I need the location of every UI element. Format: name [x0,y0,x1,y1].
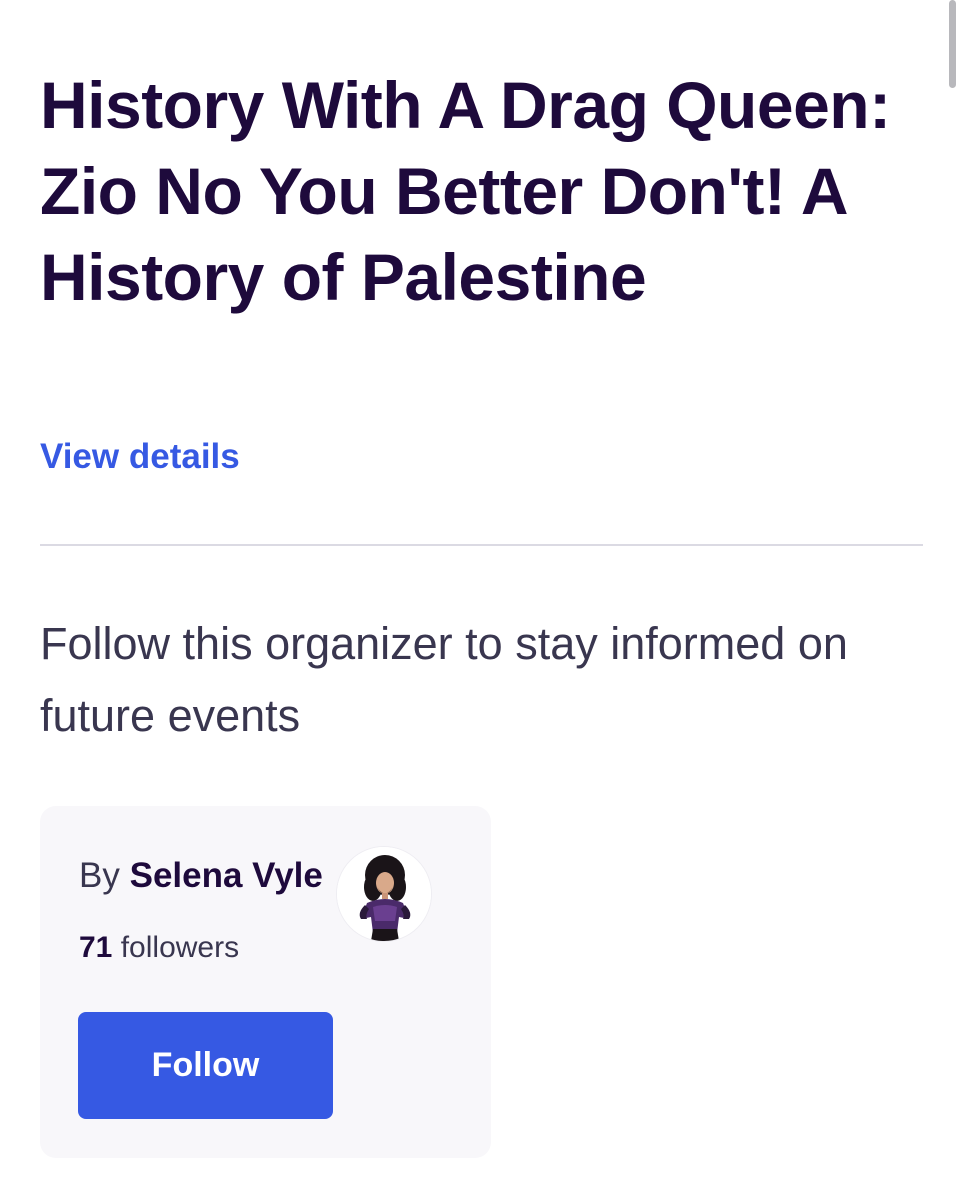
by-label: By [79,856,120,895]
organizer-byline: By Selena Vyle [79,854,323,898]
follow-prompt-text: Follow this organizer to stay informed o… [40,618,848,741]
follow-button[interactable]: Follow [78,1012,333,1119]
organizer-name[interactable]: Selena Vyle [130,856,323,895]
event-title: History With A Drag Queen: Zio No You Be… [40,68,891,314]
divider [40,544,923,546]
person-avatar-icon [337,847,431,941]
followers-number: 71 [79,931,113,964]
organizer-avatar[interactable] [336,846,432,942]
scrollbar[interactable] [949,0,956,88]
followers-count: 71 followers [79,928,239,968]
organizer-card: By Selena Vyle 71 followers Follow [40,806,491,1158]
view-details-link[interactable]: View details [40,434,240,480]
event-page: History With A Drag Queen: Zio No You Be… [0,0,962,1199]
followers-label: followers [120,931,240,964]
